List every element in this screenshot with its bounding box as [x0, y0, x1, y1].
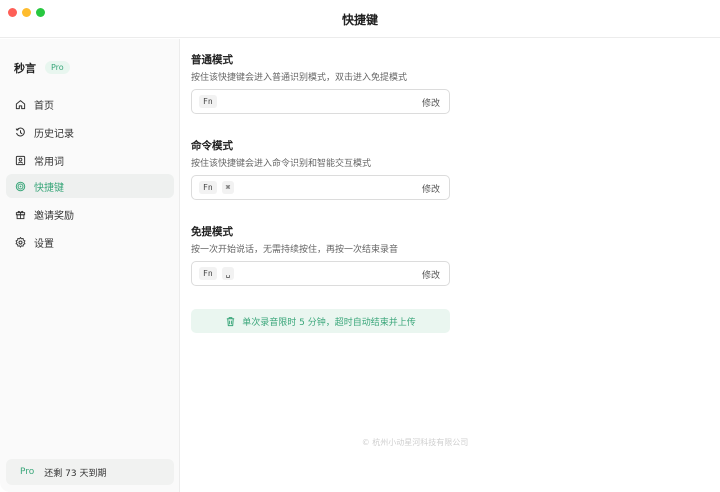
app-brand: 秒言	[14, 62, 36, 75]
sidebar-item-label: 首页	[34, 100, 54, 112]
section-desc-normal: 按住该快捷键会进入普通识别模式，双击进入免提模式	[191, 73, 408, 83]
shortcut-field-normal[interactable]: Fn 修改	[191, 89, 450, 114]
recording-limit-notice: 单次录音限时 5 分钟，超时自动结束并上传	[191, 309, 450, 333]
window-title: 快捷键	[341, 13, 378, 27]
section-desc-command: 按住该快捷键会进入命令识别和智能交互模式	[191, 159, 372, 169]
notice-text: 单次录音限时 5 分钟，超时自动结束并上传	[242, 317, 416, 328]
sidebar-item-label: 邀请奖励	[34, 210, 74, 222]
edit-shortcut-normal-button[interactable]: 修改	[422, 96, 440, 109]
key-cap: Fn	[199, 95, 217, 108]
copyright-text: © 杭州小动星河科技有限公司	[361, 438, 469, 447]
gear-icon	[14, 236, 26, 248]
home-icon	[14, 98, 26, 110]
main-content: 普通模式 按住该快捷键会进入普通识别模式，双击进入免提模式 Fn 修改 命令模式…	[181, 39, 720, 492]
gift-icon	[14, 208, 26, 220]
shortcut-icon	[14, 180, 26, 192]
edit-shortcut-handsfree-button[interactable]: 修改	[422, 268, 440, 281]
key-cap: Fn	[199, 181, 217, 194]
sidebar-item-home[interactable]: 首页	[6, 92, 174, 116]
footer-pro-badge: Pro	[20, 467, 35, 477]
key-cap: ⌘	[221, 181, 235, 194]
section-title-normal: 普通模式	[191, 54, 233, 66]
sidebar-item-label: 常用词	[34, 156, 64, 168]
section-desc-handsfree: 按一次开始说话，无需持续按住，再按一次结束录音	[191, 245, 399, 255]
sidebar-item-history[interactable]: 历史记录	[6, 120, 174, 144]
sidebar-item-words[interactable]: 常用词	[6, 148, 174, 172]
sidebar-item-invite[interactable]: 邀请奖励	[6, 202, 174, 226]
history-icon	[14, 126, 26, 138]
sidebar-item-label: 设置	[34, 238, 54, 250]
key-cap: ␣	[221, 267, 235, 280]
words-icon	[14, 154, 26, 166]
shortcut-field-handsfree[interactable]: Fn ␣ 修改	[191, 261, 450, 286]
title-bar: 快捷键	[0, 0, 720, 38]
section-title-command: 命令模式	[191, 140, 233, 152]
app-window: 快捷键 秒言 Pro 首页 历史记录 常用词 快捷键 邀请奖励 设置 Pro 还…	[0, 0, 720, 492]
key-cap: Fn	[199, 267, 217, 280]
edit-shortcut-command-button[interactable]: 修改	[422, 182, 440, 195]
sidebar-item-shortcuts[interactable]: 快捷键	[6, 174, 174, 198]
pro-badge: Pro	[45, 61, 70, 74]
subscription-status[interactable]: Pro 还剩 73 天到期	[6, 459, 174, 485]
shortcut-field-command[interactable]: Fn ⌘ 修改	[191, 175, 450, 200]
section-title-handsfree: 免提模式	[191, 226, 233, 238]
expiry-text: 还剩 73 天到期	[44, 468, 107, 479]
sidebar-item-label: 快捷键	[34, 182, 64, 194]
sidebar: 秒言 Pro 首页 历史记录 常用词 快捷键 邀请奖励 设置 Pro 还剩 73…	[0, 39, 180, 492]
trash-icon	[227, 316, 235, 326]
sidebar-item-settings[interactable]: 设置	[6, 230, 174, 254]
sidebar-item-label: 历史记录	[34, 128, 74, 140]
